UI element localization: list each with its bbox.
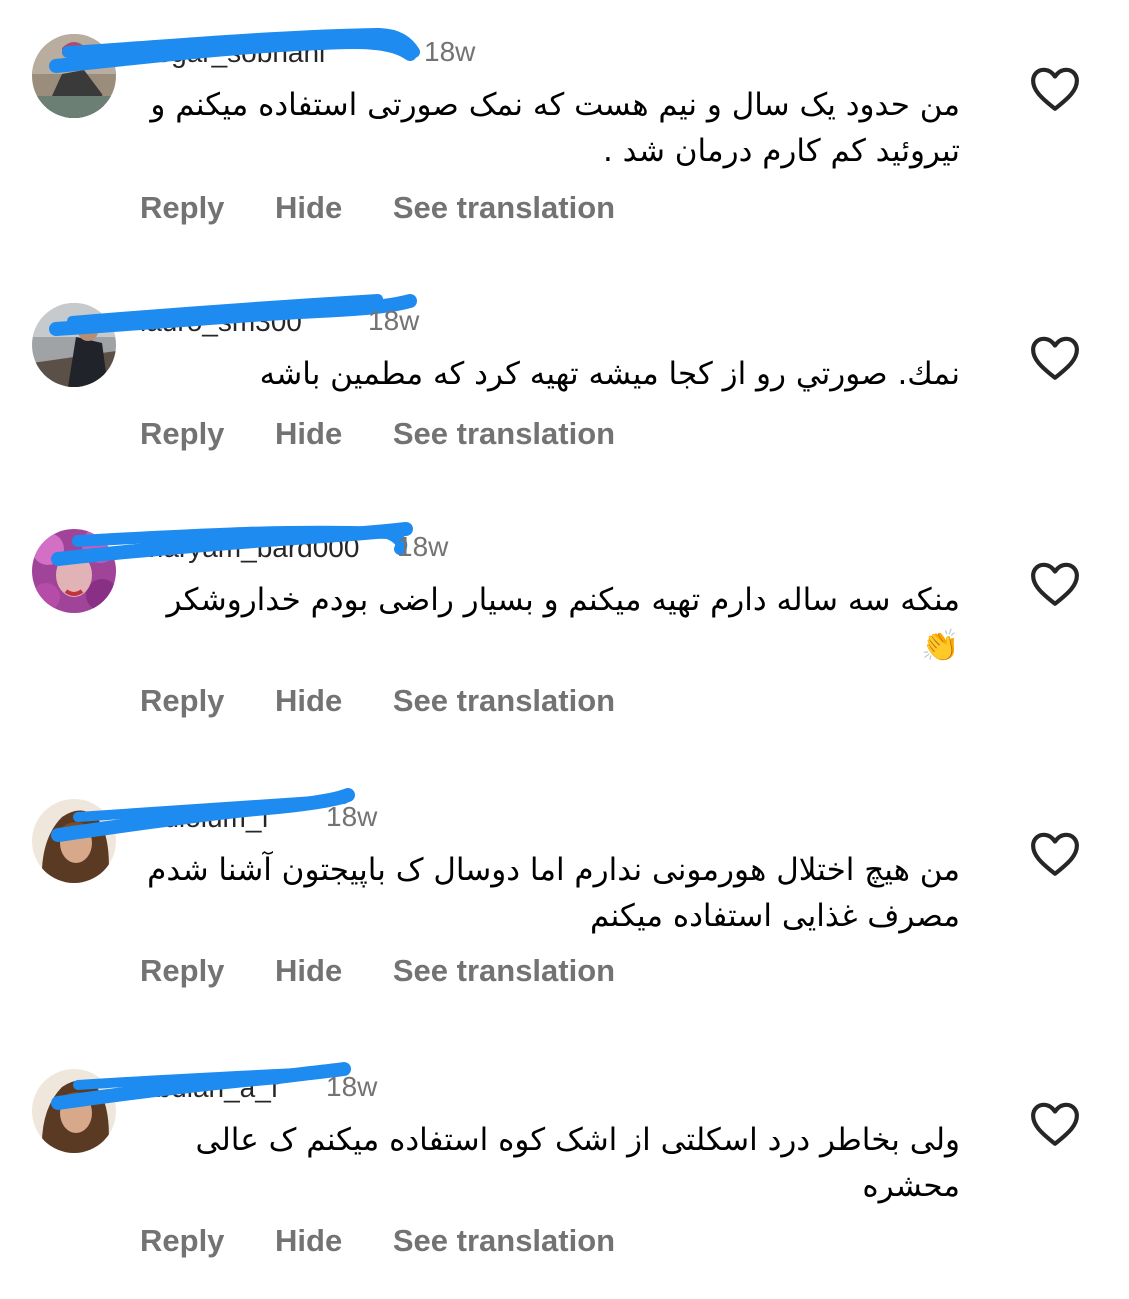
avatar[interactable] <box>32 529 116 613</box>
username[interactable]: lauro_sm300 <box>140 306 302 338</box>
reply-button[interactable]: Reply <box>140 953 224 989</box>
comment-item: lauro_sm300 18w نمك. صورتي رو از كجا ميش… <box>0 294 1129 533</box>
avatar-photo <box>32 34 116 118</box>
comment-item: negar_sobhani 18w من حدود یک سال و نیم ه… <box>0 27 1129 264</box>
reply-button[interactable]: Reply <box>140 190 224 226</box>
comment-actions: Reply Hide See translation <box>140 953 657 989</box>
heart-outline-icon[interactable] <box>1030 561 1080 607</box>
hide-button[interactable]: Hide <box>275 190 342 226</box>
avatar[interactable] <box>32 303 116 387</box>
avatar-photo <box>32 303 116 387</box>
avatar-photo <box>32 529 116 613</box>
timestamp: 18w <box>424 36 476 67</box>
avatar-photo <box>32 799 116 883</box>
heart-outline-icon[interactable] <box>1030 335 1080 381</box>
username[interactable]: negar_sobhani <box>140 37 325 69</box>
see-translation-button[interactable]: See translation <box>393 416 615 452</box>
see-translation-button[interactable]: See translation <box>393 953 615 989</box>
reply-button[interactable]: Reply <box>140 683 224 719</box>
comment-item: maryam_bard000 18w منکه سه ساله دارم تهی… <box>0 522 1129 759</box>
see-translation-button[interactable]: See translation <box>393 190 615 226</box>
hide-button[interactable]: Hide <box>275 953 342 989</box>
hide-button[interactable]: Hide <box>275 1223 342 1259</box>
timestamp: 18w <box>368 305 420 336</box>
timestamp: 18w <box>326 801 378 832</box>
hide-button[interactable]: Hide <box>275 416 342 452</box>
comment-text: منکه سه ساله دارم تهیه میکنم و بسیار راض… <box>166 582 960 664</box>
comment-actions: Reply Hide See translation <box>140 683 657 719</box>
comment-text: من هیچ اختلال هورمونی ندارم اما دوسال ک … <box>147 852 960 934</box>
see-translation-button[interactable]: See translation <box>393 1223 615 1259</box>
avatar[interactable] <box>32 1069 116 1153</box>
heart-outline-icon[interactable] <box>1030 1101 1080 1147</box>
comment-item: abdiah_a_f 18w ولی بخاطر درد اسکلتی از ا… <box>0 1062 1129 1299</box>
comment-text: نمك. صورتي رو از كجا ميشه تهيه كرد كه مط… <box>259 356 960 392</box>
username[interactable]: atdiolum_f <box>140 802 269 834</box>
username[interactable]: abdiah_a_f <box>140 1072 279 1104</box>
comment-actions: Reply Hide See translation <box>140 1223 657 1259</box>
avatar-photo <box>32 1069 116 1153</box>
comment-text: ولی بخاطر درد اسکلتی از اشک کوه استفاده … <box>195 1122 960 1204</box>
reply-button[interactable]: Reply <box>140 416 224 452</box>
avatar[interactable] <box>32 799 116 883</box>
heart-outline-icon[interactable] <box>1030 831 1080 877</box>
see-translation-button[interactable]: See translation <box>393 683 615 719</box>
reply-button[interactable]: Reply <box>140 1223 224 1259</box>
comment-item: atdiolum_f 18w من هیچ اختلال هورمونی ندا… <box>0 788 1129 1029</box>
timestamp: 18w <box>326 1071 378 1102</box>
avatar[interactable] <box>32 34 116 118</box>
hide-button[interactable]: Hide <box>275 683 342 719</box>
username[interactable]: maryam_bard000 <box>140 532 359 564</box>
comment-text: من حدود یک سال و نیم هست که نمک صورتی اس… <box>150 87 960 169</box>
heart-outline-icon[interactable] <box>1030 66 1080 112</box>
timestamp: 18w <box>397 531 449 562</box>
comment-actions: Reply Hide See translation <box>140 190 657 226</box>
comment-actions: Reply Hide See translation <box>140 416 657 452</box>
